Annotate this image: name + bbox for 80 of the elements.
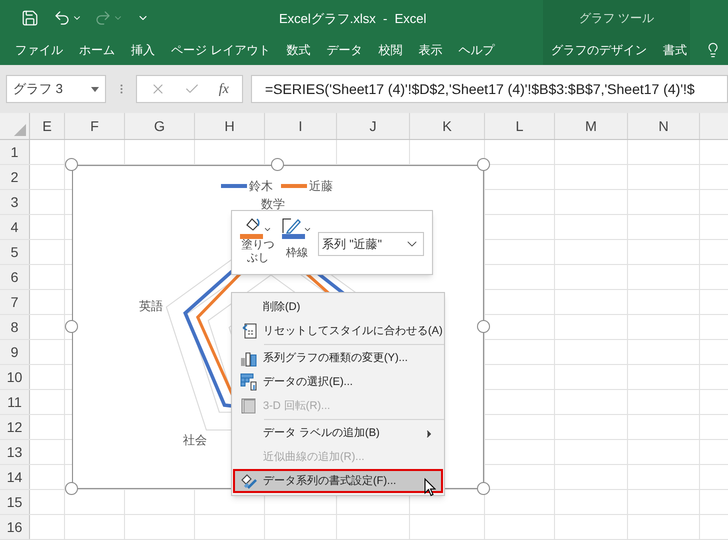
row-header[interactable]: 3 xyxy=(0,190,30,214)
window-title: Excelグラフ.xlsx - Excel xyxy=(279,10,426,28)
series-dropdown[interactable]: 系列 "近藤" xyxy=(318,232,424,256)
ribbon-tab[interactable]: 挿入 xyxy=(123,35,163,65)
name-box[interactable]: グラフ 3 xyxy=(6,75,106,103)
reset-icon xyxy=(240,322,258,340)
row-header[interactable]: 12 xyxy=(0,415,30,439)
caret-icon[interactable] xyxy=(263,225,272,234)
context-menu-item[interactable]: 系列グラフの種類の変更(Y)... xyxy=(233,346,443,370)
row-header[interactable]: 5 xyxy=(0,240,30,264)
caret-icon[interactable] xyxy=(303,225,312,234)
ribbon-tab[interactable]: 表示 xyxy=(410,35,450,65)
mouse-cursor-icon xyxy=(424,478,436,497)
outline-color-swatch xyxy=(282,234,305,239)
axis-label: 社会 xyxy=(183,432,207,449)
paint-brush-icon xyxy=(240,472,258,490)
column-header[interactable]: N xyxy=(628,113,700,139)
save-icon[interactable] xyxy=(21,8,39,26)
ribbon-tab[interactable]: ファイル xyxy=(7,35,71,65)
resize-handle[interactable] xyxy=(65,320,78,333)
axis-label: 数学 xyxy=(261,196,285,213)
redo-icon[interactable] xyxy=(94,8,112,26)
drag-handle-icon[interactable] xyxy=(120,84,123,94)
column-header[interactable]: E xyxy=(30,113,65,139)
ribbon-tab[interactable]: 書式 xyxy=(655,35,695,65)
ribbon-tab[interactable]: ページ レイアウト xyxy=(163,35,278,65)
row-header[interactable]: 9 xyxy=(0,340,30,364)
resize-handle[interactable] xyxy=(271,158,284,171)
context-menu-item[interactable]: データの選択(E)... xyxy=(233,370,443,394)
fill-button[interactable]: 塗りつぶし xyxy=(240,216,276,265)
ribbon-tab[interactable]: グラフのデザイン xyxy=(543,35,655,65)
column-header[interactable]: K xyxy=(410,113,485,139)
name-box-value: グラフ 3 xyxy=(13,80,63,98)
ribbon-tab[interactable]: データ xyxy=(318,35,370,65)
column-header[interactable]: M xyxy=(555,113,628,139)
row-header[interactable]: 15 xyxy=(0,490,30,514)
formula-field[interactable]: =SERIES('Sheet17 (4)'!$D$2,'Sheet17 (4)'!$B$3:$B$7,'Sheet17 (4)'!$ xyxy=(251,75,728,103)
outline-button[interactable]: 枠線 xyxy=(282,216,312,260)
cube-icon xyxy=(240,397,258,415)
row-header[interactable]: 16 xyxy=(0,515,30,539)
column-header[interactable]: G xyxy=(125,113,195,139)
row-header[interactable]: 7 xyxy=(0,290,30,314)
ribbon-tab[interactable]: ホーム xyxy=(71,35,123,65)
select-all-icon[interactable] xyxy=(14,124,26,136)
column-header[interactable]: H xyxy=(195,113,265,139)
caret-icon[interactable] xyxy=(91,86,99,92)
resize-handle[interactable] xyxy=(477,482,490,495)
row-header[interactable]: 14 xyxy=(0,465,30,489)
ribbon-tab[interactable]: 数式 xyxy=(278,35,318,65)
legend-label: 鈴木 xyxy=(249,178,273,195)
fill-color-swatch xyxy=(240,234,263,239)
row-header[interactable]: 1 xyxy=(0,140,30,164)
row-header[interactable]: 4 xyxy=(0,215,30,239)
column-header[interactable]: F xyxy=(65,113,125,139)
undo-icon[interactable] xyxy=(53,8,71,26)
row-header[interactable]: 13 xyxy=(0,440,30,464)
context-group-header: グラフ ツール xyxy=(543,0,690,35)
row-header[interactable]: 10 xyxy=(0,365,30,389)
ribbon-tab[interactable]: 校閲 xyxy=(370,35,410,65)
insert-function-button[interactable]: fx xyxy=(218,78,229,100)
row-header[interactable]: 11 xyxy=(0,390,30,414)
row-header[interactable]: 6 xyxy=(0,265,30,289)
context-menu-item[interactable]: データ系列の書式設定(F)... xyxy=(233,469,443,493)
resize-handle[interactable] xyxy=(477,320,490,333)
table-icon xyxy=(240,373,258,391)
column-header[interactable]: L xyxy=(485,113,555,139)
context-menu-item[interactable]: リセットしてスタイルに合わせる(A) xyxy=(233,319,443,343)
legend-label: 近藤 xyxy=(309,178,333,195)
resize-handle[interactable] xyxy=(65,158,78,171)
row-header[interactable]: 2 xyxy=(0,165,30,189)
pen-icon xyxy=(282,216,302,234)
column-header[interactable]: I xyxy=(265,113,337,139)
column-header[interactable]: J xyxy=(337,113,410,139)
context-menu-item[interactable]: データ ラベルの追加(B) xyxy=(233,421,443,445)
context-menu-item[interactable]: 削除(D) xyxy=(233,295,443,319)
ribbon-tab[interactable]: ヘルプ xyxy=(450,35,502,65)
resize-handle[interactable] xyxy=(65,482,78,495)
row-header[interactable]: 8 xyxy=(0,315,30,339)
resize-handle[interactable] xyxy=(477,158,490,171)
axis-label: 英語 xyxy=(139,298,163,315)
